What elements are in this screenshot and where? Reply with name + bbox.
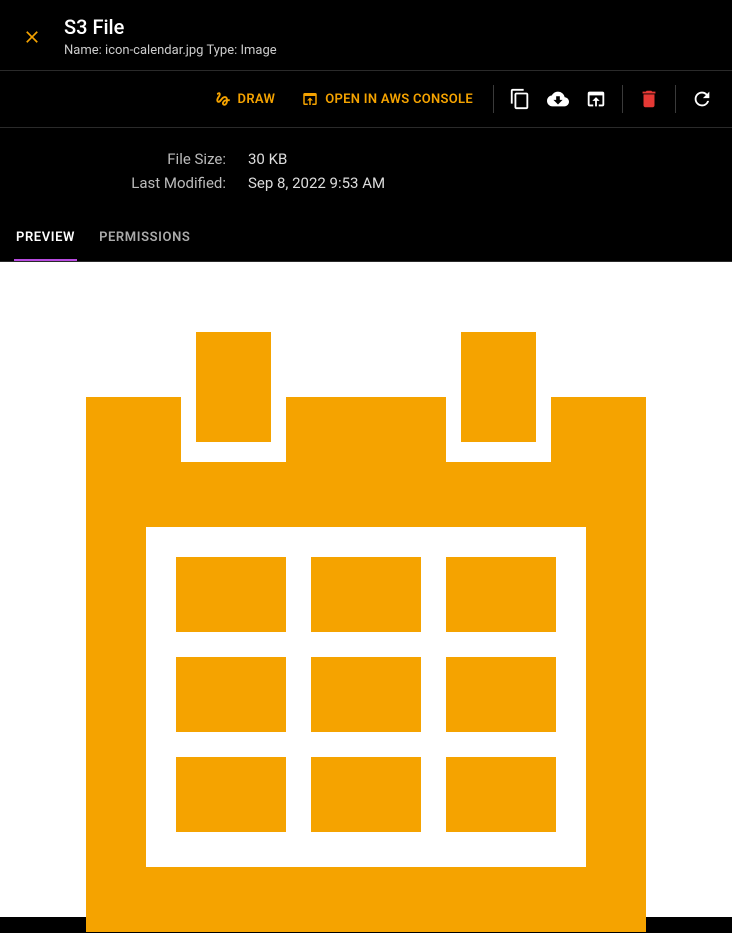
toolbar-separator	[675, 85, 676, 113]
subtitle-type-value: Image	[240, 43, 276, 58]
open-aws-button[interactable]: OPEN IN AWS CONSOLE	[289, 82, 485, 116]
gesture-icon	[214, 90, 232, 108]
copy-button[interactable]	[502, 81, 538, 117]
copy-icon	[509, 88, 531, 110]
close-button[interactable]	[20, 25, 44, 49]
close-icon	[22, 27, 42, 47]
tab-preview[interactable]: PREVIEW	[14, 216, 77, 261]
subtitle-type-label: Type:	[206, 43, 237, 58]
meta-row-last-modified: Last Modified: Sep 8, 2022 9:53 AM	[0, 174, 732, 192]
tab-permissions[interactable]: PERMISSIONS	[97, 216, 192, 261]
open-new-button[interactable]	[578, 81, 614, 117]
subtitle-name-label: Name:	[64, 43, 102, 58]
preview-area	[0, 262, 732, 917]
last-modified-label: Last Modified:	[0, 174, 248, 192]
toolbar-separator	[493, 85, 494, 113]
cloud-download-icon	[547, 88, 569, 110]
download-button[interactable]	[540, 81, 576, 117]
title-block: S3 File Name: icon-calendar.jpg Type: Im…	[64, 15, 277, 58]
open-aws-label: OPEN IN AWS CONSOLE	[325, 92, 473, 107]
last-modified-value: Sep 8, 2022 9:53 AM	[248, 174, 385, 192]
toolbar: DRAW OPEN IN AWS CONSOLE	[0, 71, 732, 128]
tabs: PREVIEW PERMISSIONS	[0, 216, 732, 262]
toolbar-separator	[622, 85, 623, 113]
file-metadata: File Size: 30 KB Last Modified: Sep 8, 2…	[0, 128, 732, 216]
calendar-icon	[86, 332, 646, 932]
page-subtitle: Name: icon-calendar.jpg Type: Image	[64, 43, 277, 58]
draw-label: DRAW	[238, 92, 276, 107]
trash-icon	[638, 88, 660, 110]
page-title: S3 File	[64, 15, 277, 39]
refresh-button[interactable]	[684, 81, 720, 117]
open-in-new-icon	[585, 88, 607, 110]
draw-button[interactable]: DRAW	[202, 82, 288, 116]
header: S3 File Name: icon-calendar.jpg Type: Im…	[0, 0, 732, 71]
subtitle-name-value: icon-calendar.jpg	[105, 43, 203, 58]
delete-button[interactable]	[631, 81, 667, 117]
file-size-label: File Size:	[0, 150, 248, 168]
meta-row-file-size: File Size: 30 KB	[0, 150, 732, 168]
open-in-browser-icon	[301, 90, 319, 108]
file-size-value: 30 KB	[248, 150, 287, 168]
refresh-icon	[691, 88, 713, 110]
